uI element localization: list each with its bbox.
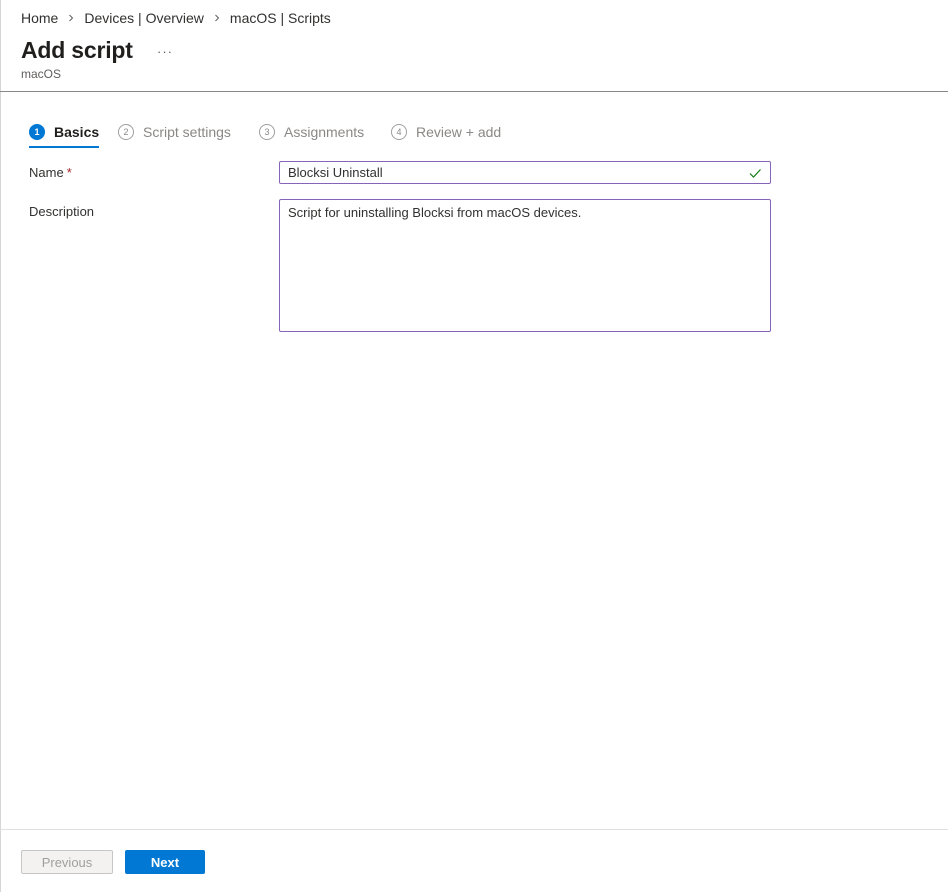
step-number-3: 3 [259, 124, 275, 140]
more-options-button[interactable]: ··· [154, 40, 176, 62]
tab-assignments[interactable]: 3 Assignments [259, 118, 364, 146]
breadcrumb-devices-overview[interactable]: Devices | Overview [84, 10, 204, 26]
active-tab-underline [29, 146, 100, 148]
tab-label: Basics [54, 124, 100, 140]
breadcrumb: Home Devices | Overview macOS | Scripts [21, 10, 331, 26]
tab-label: Assignments [284, 124, 365, 140]
step-number-1: 1 [29, 124, 45, 140]
required-mark: * [66, 165, 72, 180]
tab-script-settings[interactable]: 2 Script settings [118, 118, 231, 146]
page-title: Add script [21, 37, 133, 63]
description-label: Description [29, 204, 95, 219]
tab-review-add[interactable]: 4 Review + add [391, 118, 501, 146]
previous-button[interactable]: Previous [21, 850, 113, 874]
footer-divider [0, 829, 948, 830]
name-label-text: Name [29, 165, 64, 180]
next-button[interactable]: Next [125, 850, 205, 874]
check-icon [748, 166, 762, 180]
chevron-right-icon [213, 13, 221, 23]
left-edge-border [0, 0, 1, 892]
name-input[interactable]: Blocksi Uninstall [279, 161, 771, 184]
step-number-2: 2 [118, 124, 134, 140]
description-textarea[interactable]: Script for uninstalling Blocksi from mac… [279, 199, 771, 332]
breadcrumb-home[interactable]: Home [21, 10, 58, 26]
name-label: Name * [29, 165, 72, 180]
tab-basics[interactable]: 1 Basics [29, 118, 100, 148]
name-input-value: Blocksi Uninstall [288, 165, 383, 180]
header-divider [0, 91, 948, 92]
chevron-right-icon [67, 13, 75, 23]
tab-label: Script settings [143, 124, 231, 140]
page-subtitle: macOS [21, 67, 62, 81]
breadcrumb-macos-scripts[interactable]: macOS | Scripts [230, 10, 331, 26]
step-number-4: 4 [391, 124, 407, 140]
tab-label: Review + add [416, 124, 502, 140]
